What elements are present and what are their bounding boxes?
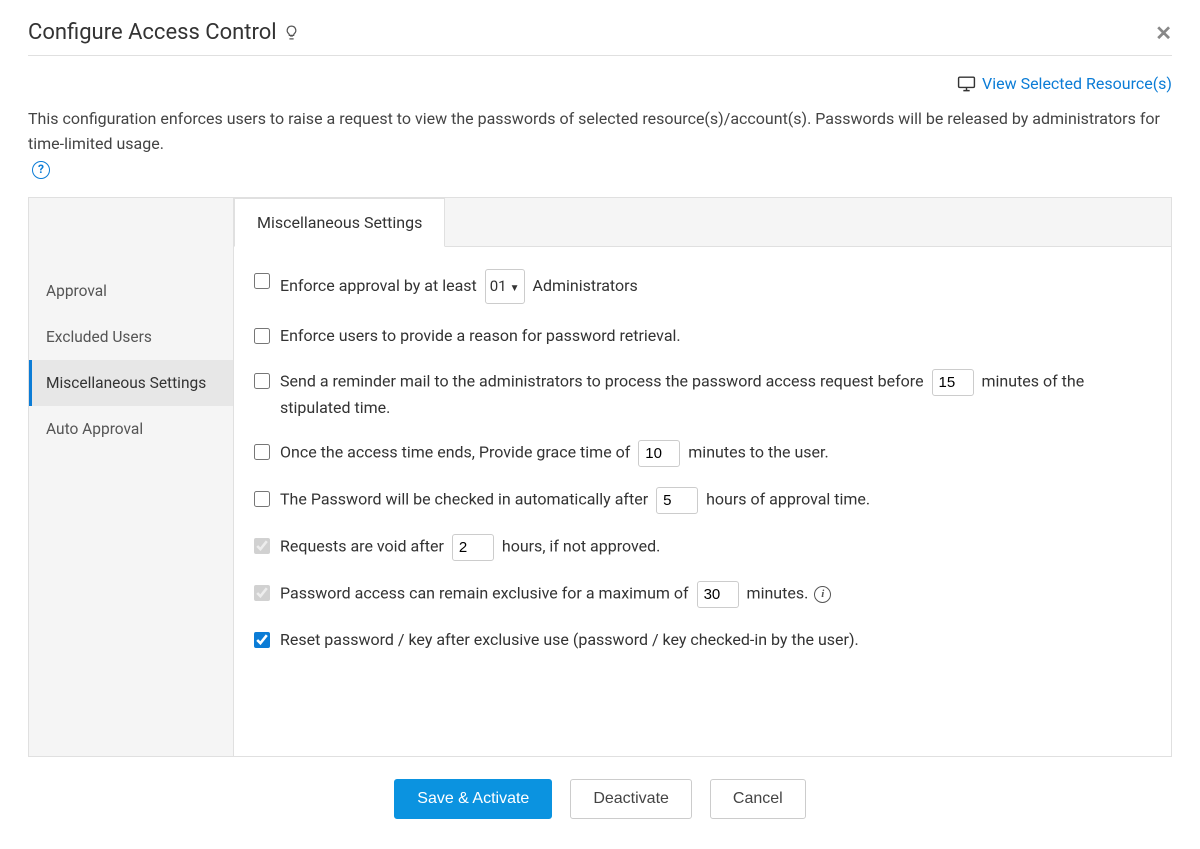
settings-body: Enforce approval by at least 01▼ Adminis… [234,247,1171,696]
void-prefix: Requests are void after [280,537,444,556]
view-resources-link[interactable]: View Selected Resource(s) [982,74,1172,93]
enforce-approval-prefix: Enforce approval by at least [280,275,477,294]
enforce-approval-checkbox[interactable] [254,273,270,289]
setting-reminder: Send a reminder mail to the administrato… [254,369,1151,421]
lightbulb-icon[interactable] [283,24,300,41]
config-panel: Approval Excluded Users Miscellaneous Se… [28,197,1172,757]
reminder-prefix: Send a reminder mail to the administrato… [280,371,924,390]
description-text: This configuration enforces users to rai… [28,107,1172,179]
grace-checkbox[interactable] [254,444,270,460]
setting-void: Requests are void after hours, if not ap… [254,534,1151,561]
setting-grace: Once the access time ends, Provide grace… [254,440,1151,467]
grace-suffix: minutes to the user. [688,443,828,462]
reset-text: Reset password / key after exclusive use… [280,628,1151,653]
exclusive-prefix: Password access can remain exclusive for… [280,584,689,603]
cancel-button[interactable]: Cancel [710,779,806,819]
void-suffix: hours, if not approved. [502,537,660,556]
sidebar-item-auto-approval[interactable]: Auto Approval [29,406,233,452]
checkin-hours-input[interactable] [656,487,698,514]
reminder-text: Send a reminder mail to the administrato… [280,369,1151,421]
setting-exclusive: Password access can remain exclusive for… [254,581,1151,608]
grace-prefix: Once the access time ends, Provide grace… [280,443,630,462]
checkin-checkbox[interactable] [254,491,270,507]
setting-enforce-reason: Enforce users to provide a reason for pa… [254,324,1151,349]
enforce-reason-text: Enforce users to provide a reason for pa… [280,324,1151,349]
content-area: Miscellaneous Settings Enforce approval … [233,198,1171,756]
checkin-text: The Password will be checked in automati… [280,487,1151,514]
tab-strip: Miscellaneous Settings [234,198,1171,247]
enforce-reason-checkbox[interactable] [254,328,270,344]
admin-count-select[interactable]: 01▼ [485,269,525,304]
enforce-approval-suffix: Administrators [533,275,638,294]
exclusive-suffix: minutes. [747,584,809,603]
save-activate-button[interactable]: Save & Activate [394,779,552,819]
help-icon[interactable]: ? [32,161,50,179]
checkin-suffix: hours of approval time. [706,490,870,509]
tab-miscellaneous-settings[interactable]: Miscellaneous Settings [234,198,445,247]
void-checkbox [254,538,270,554]
page-title-text: Configure Access Control [28,20,277,45]
button-bar: Save & Activate Deactivate Cancel [28,769,1172,829]
sidebar-item-approval[interactable]: Approval [29,268,233,314]
void-hours-input[interactable] [452,534,494,561]
sidebar: Approval Excluded Users Miscellaneous Se… [29,198,233,756]
reset-checkbox[interactable] [254,632,270,648]
description-content: This configuration enforces users to rai… [28,107,1172,157]
dialog-header: Configure Access Control ✕ [28,20,1172,56]
deactivate-button[interactable]: Deactivate [570,779,692,819]
page-title: Configure Access Control [28,20,300,45]
setting-reset: Reset password / key after exclusive use… [254,628,1151,653]
exclusive-checkbox [254,585,270,601]
sidebar-item-excluded-users[interactable]: Excluded Users [29,314,233,360]
chevron-down-icon: ▼ [510,283,520,294]
grace-text: Once the access time ends, Provide grace… [280,440,1151,467]
sidebar-item-miscellaneous-settings[interactable]: Miscellaneous Settings [29,360,233,406]
void-text: Requests are void after hours, if not ap… [280,534,1151,561]
exclusive-minutes-input[interactable] [697,581,739,608]
close-icon[interactable]: ✕ [1155,21,1172,45]
setting-enforce-approval: Enforce approval by at least 01▼ Adminis… [254,269,1151,304]
reminder-checkbox[interactable] [254,373,270,389]
monitor-icon [957,74,976,93]
info-icon[interactable]: i [814,586,831,603]
enforce-approval-text: Enforce approval by at least 01▼ Adminis… [280,269,1151,304]
reminder-minutes-input[interactable] [932,369,974,396]
admin-count-value: 01 [490,277,507,295]
grace-minutes-input[interactable] [638,440,680,467]
view-resources-bar: View Selected Resource(s) [28,74,1172,93]
setting-checkin: The Password will be checked in automati… [254,487,1151,514]
exclusive-text: Password access can remain exclusive for… [280,581,1151,608]
checkin-prefix: The Password will be checked in automati… [280,490,648,509]
